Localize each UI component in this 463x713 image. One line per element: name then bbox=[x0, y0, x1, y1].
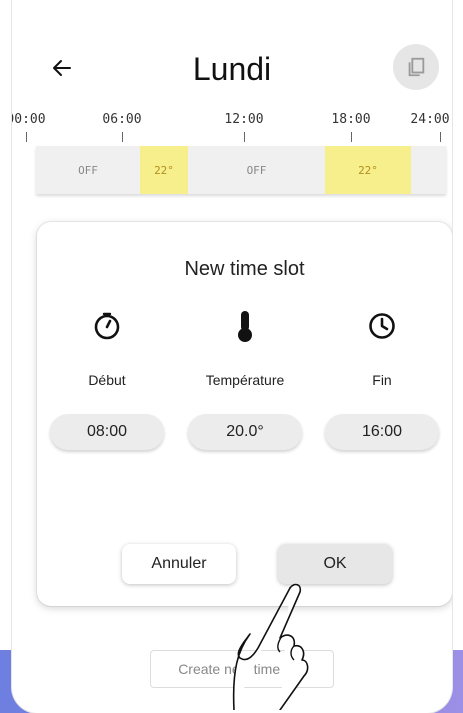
ok-button[interactable]: OK bbox=[278, 544, 392, 584]
tick-mark bbox=[244, 132, 245, 142]
page-title: Lundi bbox=[192, 51, 272, 87]
schedule-timeline[interactable]: OFF 22° OFF 22° bbox=[36, 146, 446, 194]
timeline-segment-heat[interactable]: 22° bbox=[140, 146, 188, 194]
cancel-button[interactable]: Annuler bbox=[122, 544, 236, 584]
stopwatch-icon bbox=[89, 308, 125, 344]
tick-label: 00:00 bbox=[12, 112, 46, 127]
end-time-button[interactable]: 16:00 bbox=[325, 414, 439, 450]
tick-mark bbox=[26, 132, 27, 142]
start-time-button[interactable]: 08:00 bbox=[50, 414, 164, 450]
temperature-label: Température bbox=[205, 372, 285, 388]
dialog-title: New time slot bbox=[184, 258, 305, 280]
tick-label: 12:00 bbox=[224, 112, 264, 127]
new-time-slot-dialog: New time slot Début 08:00 Température 20… bbox=[37, 222, 452, 606]
tick-label: 06:00 bbox=[102, 112, 142, 127]
clock-icon bbox=[364, 308, 400, 344]
copy-icon bbox=[408, 57, 425, 77]
timeline-ticks: 00:00 06:00 12:00 18:00 24:00 bbox=[12, 112, 452, 146]
timeline-segment-off[interactable]: OFF bbox=[188, 146, 325, 194]
start-label: Début bbox=[88, 372, 126, 388]
copy-button[interactable] bbox=[393, 44, 439, 90]
end-label: Fin bbox=[372, 372, 392, 388]
tick-label: 24:00 bbox=[410, 112, 450, 127]
tick-mark bbox=[351, 132, 352, 142]
tick-label: 18:00 bbox=[331, 112, 371, 127]
tick-mark bbox=[440, 132, 441, 142]
app-screen: Lundi 00:00 06:00 12:00 18:00 24:00 OFF … bbox=[12, 0, 452, 713]
temperature-button[interactable]: 20.0° bbox=[188, 414, 302, 450]
thermometer-icon bbox=[227, 308, 263, 344]
create-time-slot-button[interactable]: Create new time slot bbox=[150, 650, 334, 688]
timeline-segment-off[interactable]: OFF bbox=[36, 146, 140, 194]
tick-mark bbox=[122, 132, 123, 142]
timeline-segment-heat[interactable]: 22° bbox=[325, 146, 411, 194]
